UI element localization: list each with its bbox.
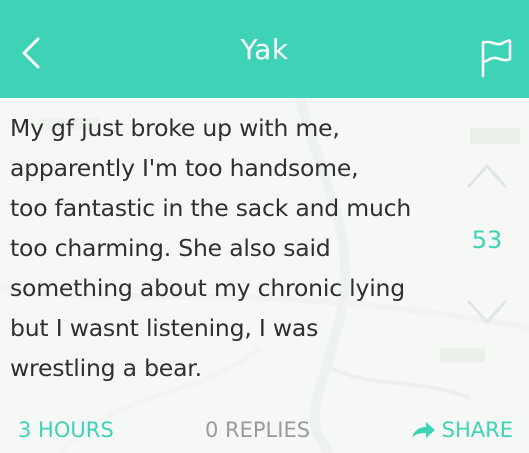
downvote-chevron-icon[interactable] [465, 298, 509, 328]
flag-icon[interactable] [479, 38, 513, 78]
post-message: My gf just broke up with me, apparently … [10, 108, 460, 388]
yak-post-card: My gf just broke up with me, apparently … [0, 98, 529, 453]
back-chevron-icon[interactable] [16, 36, 46, 70]
replies-link[interactable]: 0 REPLIES [205, 418, 310, 442]
app-header: Yak [0, 0, 529, 98]
vote-count: 53 [471, 226, 503, 254]
message-line: too fantastic in the sack and much [10, 194, 412, 222]
upvote-chevron-icon[interactable] [465, 160, 509, 190]
post-time: 3 HOURS [18, 418, 114, 442]
message-line: something about my chronic lying [10, 274, 405, 302]
message-line: My gf just broke up with me, [10, 114, 340, 142]
message-line: apparently I'm too handsome, [10, 154, 359, 182]
post-footer: 3 HOURS 0 REPLIES SHARE [0, 412, 529, 450]
message-line: wrestling a bear. [10, 354, 202, 382]
share-label: SHARE [441, 418, 513, 442]
message-line: but I wasnt listening, I was [10, 314, 319, 342]
message-line: too charming. She also said [10, 234, 331, 262]
share-arrow-icon [411, 422, 435, 438]
share-button[interactable]: SHARE [410, 418, 513, 442]
page-title: Yak [240, 32, 289, 66]
